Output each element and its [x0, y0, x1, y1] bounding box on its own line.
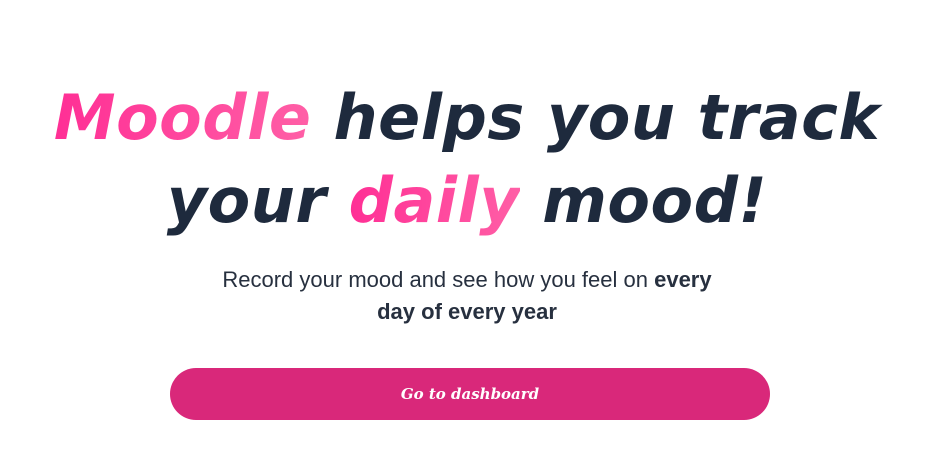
- landing-page: Moodle helps you track your daily mood! …: [0, 0, 934, 460]
- highlight-word: daily: [348, 164, 521, 237]
- hero-title-text: your: [166, 164, 349, 237]
- hero-subtitle: Record your mood and see how you feel on…: [0, 264, 934, 328]
- hero-title-line-1: Moodle helps you track: [0, 76, 934, 159]
- hero-title-text: helps you track: [311, 81, 881, 154]
- subtitle-text: Record your mood and see how you feel on: [222, 267, 655, 292]
- subtitle-emphasis: day of every year: [377, 299, 557, 324]
- hero-title: Moodle helps you track your daily mood!: [0, 76, 934, 242]
- hero-title-line-2: your daily mood!: [0, 159, 934, 242]
- subtitle-line-2: day of every year: [0, 296, 934, 328]
- subtitle-line-1: Record your mood and see how you feel on…: [0, 264, 934, 296]
- brand-name: Moodle: [53, 81, 312, 154]
- go-to-dashboard-button[interactable]: Go to dashboard: [170, 368, 770, 420]
- subtitle-emphasis: every: [654, 267, 712, 292]
- hero-title-text: mood!: [520, 164, 768, 237]
